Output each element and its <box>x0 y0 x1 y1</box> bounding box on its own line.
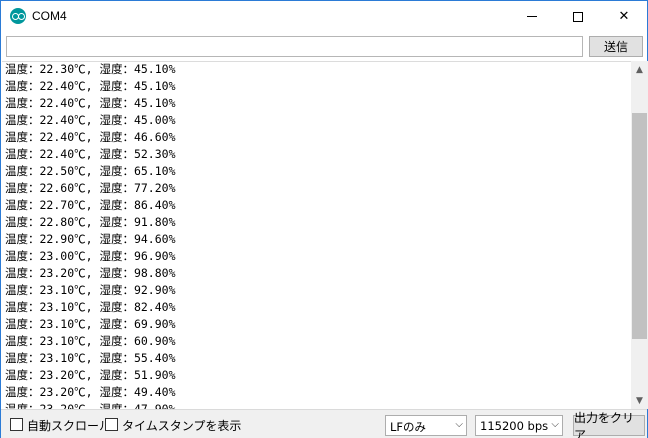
output-line: 温度：22.40℃, 湿度：46.60% <box>5 130 176 144</box>
footer-bar: 自動スクロール タイムスタンプを表示 LFのみ ⌵ 115200 bps ⌵ 出… <box>1 409 647 438</box>
output-line: 温度：22.40℃, 湿度：45.10% <box>5 79 176 93</box>
close-button[interactable]: ✕ <box>601 1 647 32</box>
serial-monitor-window: COM4 ✕ 送信 温度：22.30℃, 湿度：45.10% 温度：22.40℃,… <box>0 0 648 438</box>
output-line: 温度：23.10℃, 湿度：82.40% <box>5 300 176 314</box>
title-bar: COM4 ✕ <box>1 1 647 32</box>
line-ending-select[interactable]: LFのみ ⌵ <box>385 415 467 436</box>
output-line: 温度：22.60℃, 湿度：77.20% <box>5 181 176 195</box>
minimize-button[interactable] <box>509 1 555 32</box>
autoscroll-label: 自動スクロール <box>27 419 112 433</box>
minimize-icon <box>527 16 537 17</box>
chevron-down-icon: ⌵ <box>551 419 559 430</box>
maximize-button[interactable] <box>555 1 601 32</box>
timestamp-label: タイムスタンプを表示 <box>122 419 242 433</box>
output-line: 温度：23.20℃, 湿度：49.40% <box>5 385 176 399</box>
maximize-icon <box>573 11 583 22</box>
output-line: 温度：22.50℃, 湿度：65.10% <box>5 164 176 178</box>
output-line: 温度：23.20℃, 湿度：51.90% <box>5 368 176 382</box>
output-line: 温度：22.30℃, 湿度：45.10% <box>5 62 176 76</box>
output-line: 温度：22.90℃, 湿度：94.60% <box>5 232 176 246</box>
output-line: 温度：23.00℃, 湿度：96.90% <box>5 249 176 263</box>
scroll-thumb[interactable] <box>632 113 647 339</box>
clear-output-button[interactable]: 出力をクリア <box>573 411 645 438</box>
autoscroll-checkbox[interactable] <box>10 418 23 431</box>
output-line: 温度：23.10℃, 湿度：60.90% <box>5 334 176 348</box>
scroll-up-icon[interactable]: ▲ <box>631 61 648 78</box>
chevron-down-icon: ⌵ <box>455 419 463 430</box>
output-line: 温度：22.40℃, 湿度：45.10% <box>5 96 176 110</box>
baud-rate-value: 115200 bps <box>480 419 549 433</box>
output-line: 温度：23.10℃, 湿度：69.90% <box>5 317 176 331</box>
timestamp-checkbox[interactable] <box>105 418 118 431</box>
close-icon: ✕ <box>618 9 630 24</box>
line-ending-value: LFのみ <box>390 420 427 434</box>
output-line: 温度：23.10℃, 湿度：92.90% <box>5 283 176 297</box>
output-line: 温度：23.20℃, 湿度：98.80% <box>5 266 176 280</box>
send-input[interactable] <box>6 36 583 57</box>
output-line: 温度：23.10℃, 湿度：55.40% <box>5 351 176 365</box>
send-button[interactable]: 送信 <box>589 36 643 57</box>
baud-rate-select[interactable]: 115200 bps ⌵ <box>475 415 563 436</box>
output-line: 温度：22.40℃, 湿度：45.00% <box>5 113 176 127</box>
output-line: 温度：23.20℃, 湿度：47.90% <box>5 402 176 409</box>
arduino-icon <box>10 8 26 24</box>
output-line: 温度：22.80℃, 湿度：91.80% <box>5 215 176 229</box>
output-line: 温度：22.40℃, 湿度：52.30% <box>5 147 176 161</box>
output-line: 温度：22.70℃, 湿度：86.40% <box>5 198 176 212</box>
serial-output: 温度：22.30℃, 湿度：45.10% 温度：22.40℃, 湿度：45.10%… <box>2 61 631 409</box>
scroll-down-icon[interactable]: ▼ <box>631 392 648 409</box>
vertical-scrollbar[interactable]: ▲ ▼ <box>631 61 648 409</box>
window-title: COM4 <box>32 9 67 23</box>
